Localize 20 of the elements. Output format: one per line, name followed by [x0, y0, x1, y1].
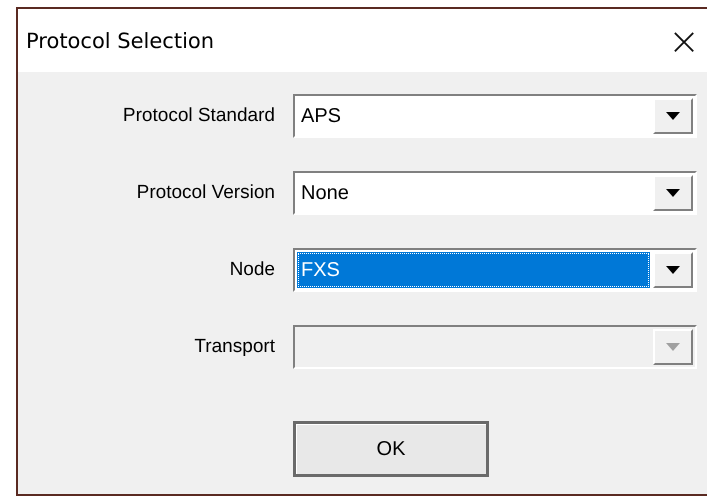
dropdown-value: FXS: [297, 252, 650, 288]
dropdown-field[interactable]: FXS: [293, 248, 697, 292]
field-label: Node: [228, 259, 275, 281]
caret-down-icon: [666, 112, 680, 120]
dropdown-arrow-button[interactable]: [653, 98, 693, 134]
dropdown-field[interactable]: APS: [293, 94, 697, 138]
caret-down-icon: [666, 266, 680, 274]
close-button[interactable]: ×: [664, 18, 704, 62]
dropdown-field[interactable]: None: [293, 171, 697, 215]
field-label: Protocol Version: [136, 182, 275, 204]
field-label: Protocol Standard: [122, 105, 275, 127]
window-title: Protocol Selection: [26, 28, 214, 52]
caret-down-icon: [666, 343, 680, 351]
dropdown-value: APS: [300, 104, 342, 128]
ok-button[interactable]: OK: [293, 421, 489, 477]
field-label: Transport: [193, 336, 275, 358]
caret-down-icon: [666, 189, 680, 197]
dropdown-value: None: [300, 180, 350, 206]
dropdown-arrow-button[interactable]: [653, 252, 693, 288]
dropdown-arrow-button[interactable]: [653, 175, 693, 211]
